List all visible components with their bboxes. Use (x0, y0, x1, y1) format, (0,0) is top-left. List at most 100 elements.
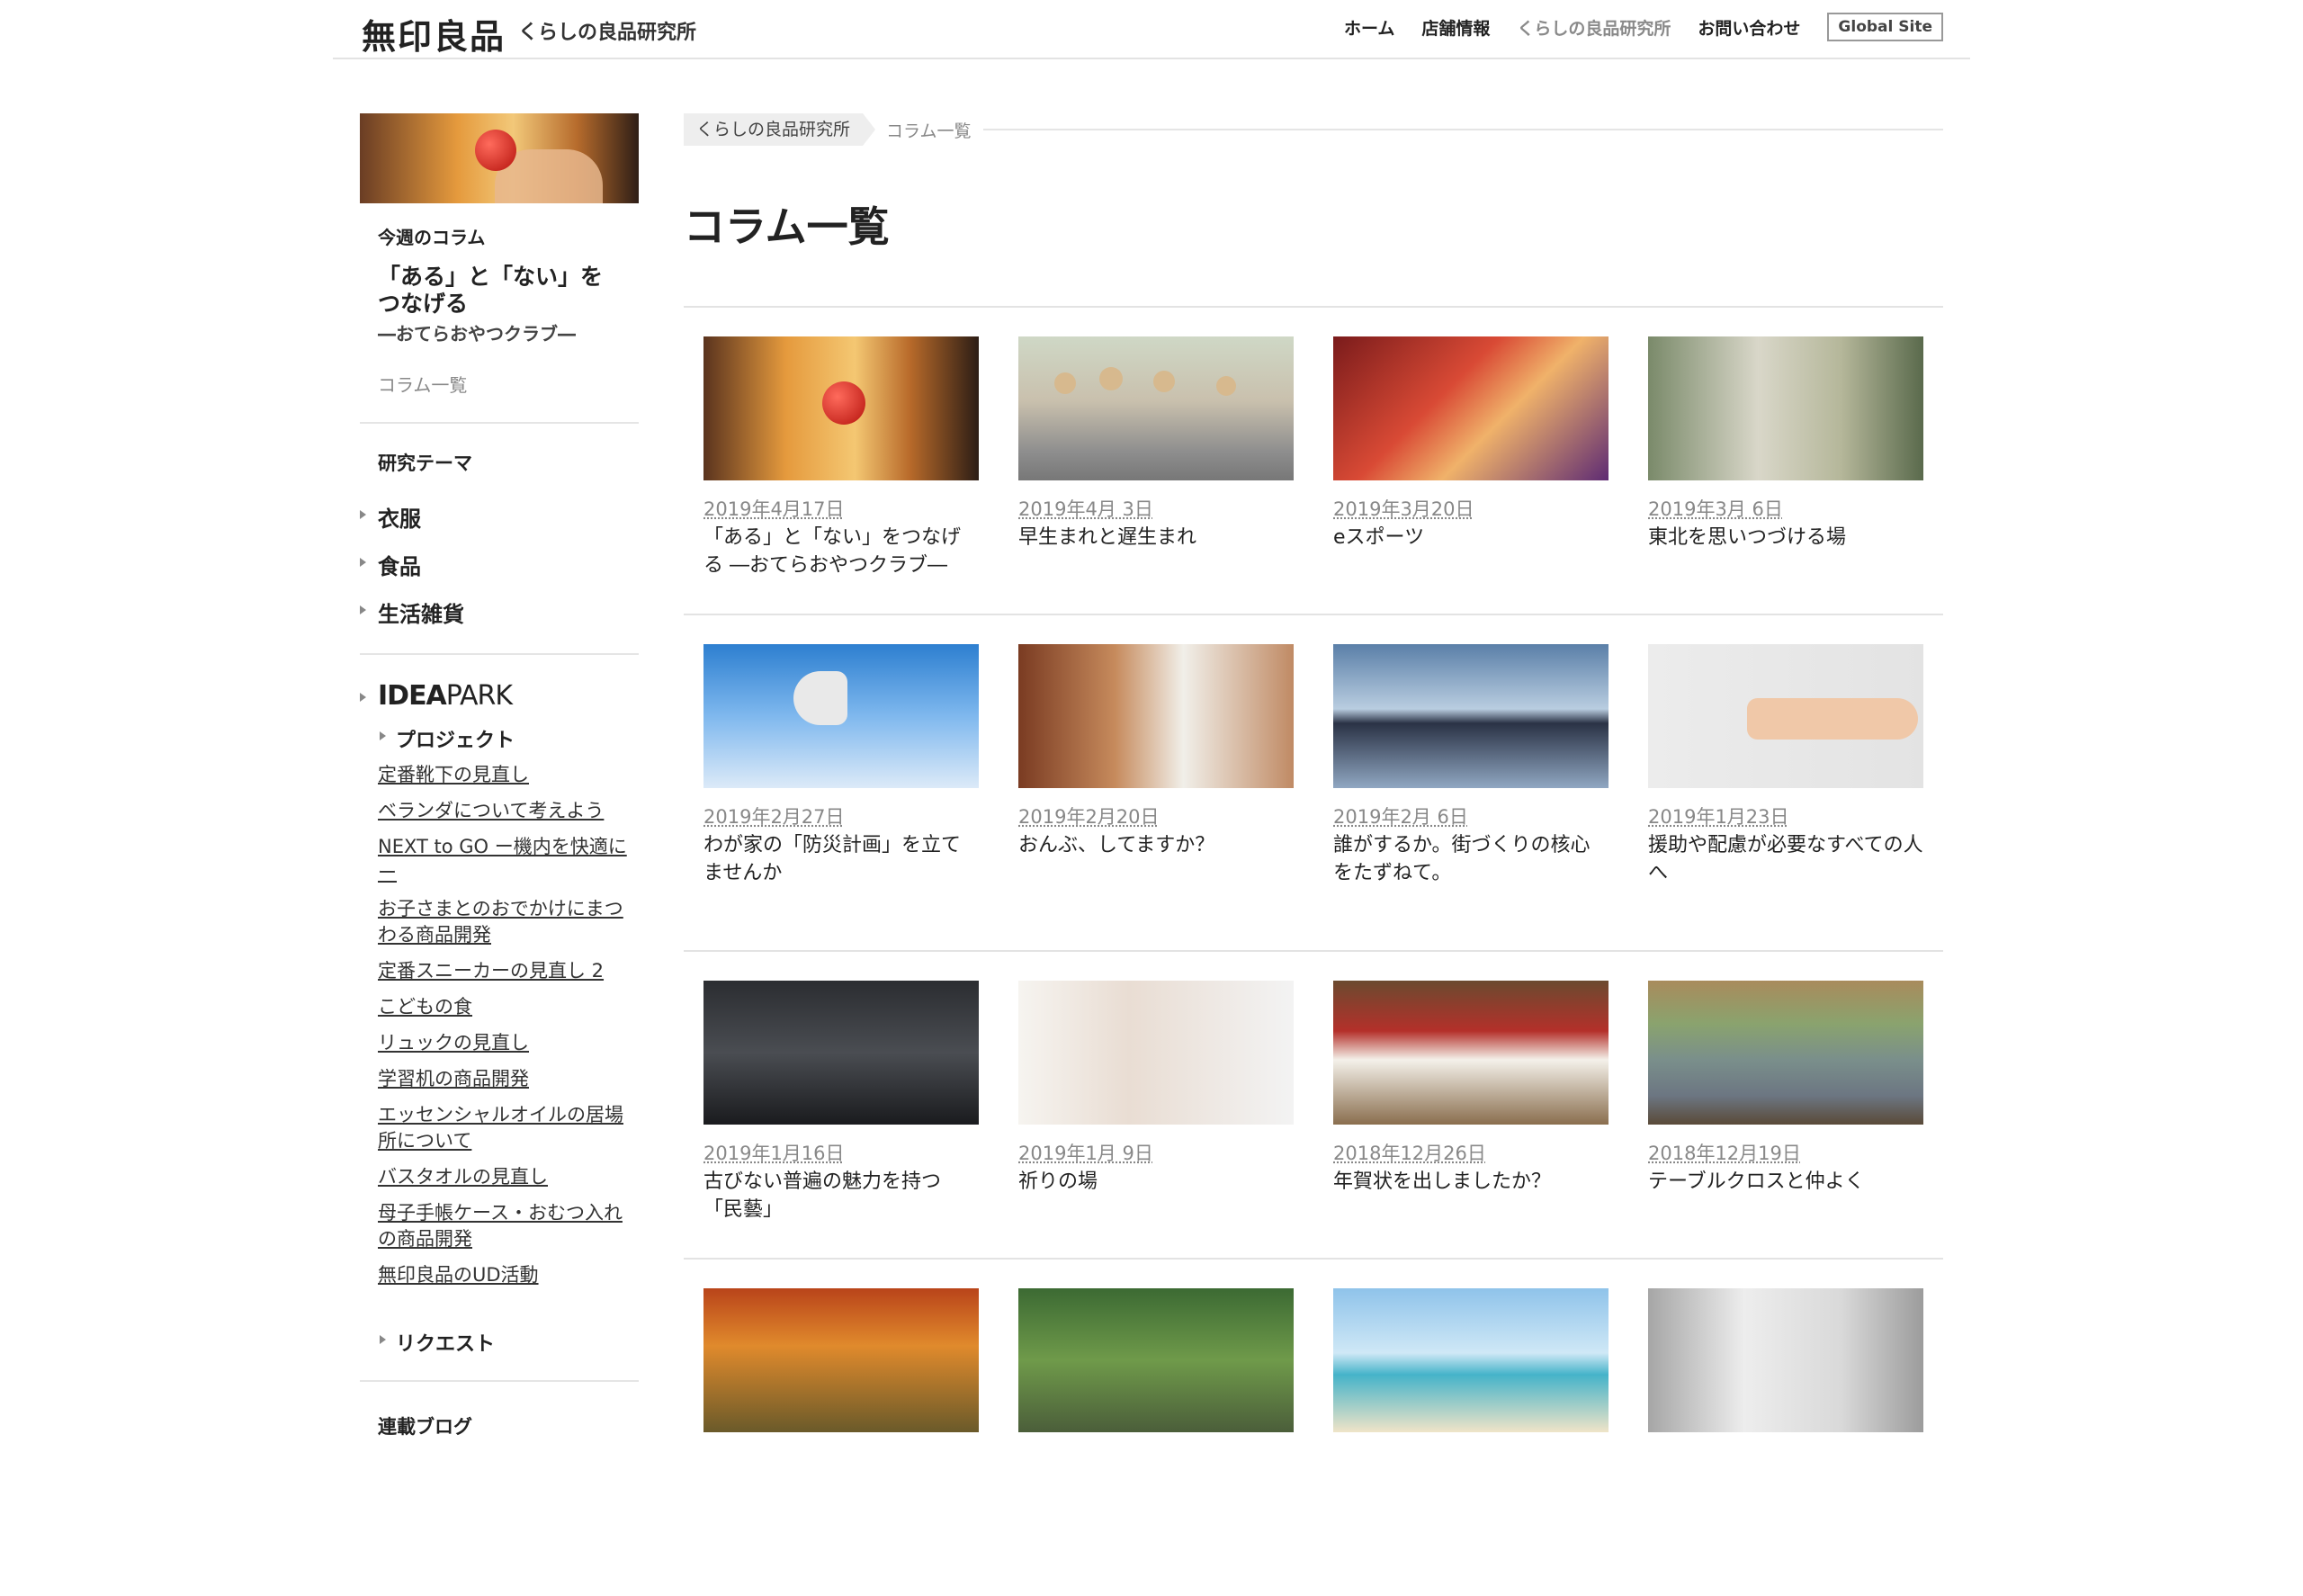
site-name-link[interactable]: くらしの良品研究所 (518, 16, 696, 45)
column-date: 2019年2月27日 (703, 806, 845, 828)
project-link[interactable]: 学習机の商品開発 (378, 1066, 639, 1092)
project-label: プロジェクト (396, 730, 515, 752)
column-card[interactable]: 2018年12月26日 年賀状を出しましたか？ (1333, 981, 1609, 1258)
triangle-icon (360, 510, 366, 519)
triangle-icon (360, 693, 366, 702)
breadcrumb-root[interactable]: くらしの良品研究所 (684, 113, 864, 146)
project-link[interactable]: ベランダについて考えよう (378, 798, 639, 824)
column-card[interactable]: 2019年2月 6日 誰がするか。街づくりの核心をたずねて。 (1333, 644, 1609, 950)
column-thumbnail (1018, 981, 1294, 1125)
column-date: 2019年3月 6日 (1648, 498, 1783, 520)
ideapark-logo-bold: IDEA (378, 680, 447, 712)
theme-label: 衣服 (378, 507, 421, 532)
column-card[interactable]: 2019年3月 6日 東北を思いつづける場 (1648, 336, 1923, 614)
column-date: 2018年12月19日 (1648, 1143, 1801, 1164)
column-date: 2019年4月 3日 (1018, 498, 1153, 520)
breadcrumb-arrow-icon (863, 113, 876, 146)
theme-label: 食品 (378, 554, 421, 579)
column-card[interactable] (1333, 1288, 1609, 1596)
sidebar-divider (360, 1380, 639, 1382)
column-date: 2018年12月26日 (1333, 1143, 1486, 1164)
column-card[interactable]: 2019年1月23日 援助や配慮が必要なすべての人へ (1648, 644, 1923, 950)
column-card[interactable]: 2019年2月27日 わが家の「防災計画」を立てませんか (703, 644, 979, 950)
main-content: くらしの良品研究所 コラム一覧 コラム一覧 2019年4月17日 「ある」と「な… (684, 113, 1943, 1596)
page-title: コラム一覧 (684, 202, 890, 251)
global-nav: ホーム 店舗情報 くらしの良品研究所 お問い合わせ Global Site (1344, 13, 1943, 41)
column-thumbnail (1648, 336, 1923, 480)
project-link[interactable]: バスタオルの見直し (378, 1164, 639, 1190)
child-shape (1099, 367, 1123, 390)
nav-kurashi-lab[interactable]: くらしの良品研究所 (1517, 15, 1671, 40)
project-link[interactable]: NEXT to GO ー機内を快適にー (378, 834, 639, 886)
nav-store-info[interactable]: 店舗情報 (1421, 15, 1490, 40)
serial-blog-title: 連載ブログ (378, 1416, 472, 1438)
hand-shape (1747, 698, 1918, 740)
project-heading: プロジェクト (378, 724, 639, 753)
column-title: 援助や配慮が必要なすべての人へ (1648, 834, 1923, 884)
column-thumbnail (1333, 336, 1609, 480)
nav-home[interactable]: ホーム (1344, 15, 1394, 40)
siren-shape (793, 671, 847, 725)
feature-column-image[interactable] (360, 113, 639, 203)
column-card[interactable]: 2019年2月20日 おんぶ、してますか？ (1018, 644, 1294, 950)
theme-food[interactable]: 食品 (360, 549, 639, 580)
column-card[interactable]: 2019年4月17日 「ある」と「ない」をつなげる ―おてらおやつクラブ― (703, 336, 979, 614)
column-card[interactable] (1018, 1288, 1294, 1596)
project-link[interactable]: 定番靴下の見直し (378, 762, 639, 788)
project-link[interactable]: エッセンシャルオイルの居場所について (378, 1102, 639, 1154)
column-row: 2019年1月16日 古びない普遍の魅力を持つ「民藝」 2019年1月 9日 祈… (684, 952, 1943, 1260)
column-title: 「ある」と「ない」をつなげる ―おてらおやつクラブ― (703, 526, 962, 577)
column-date: 2019年3月20日 (1333, 498, 1474, 520)
theme-clothing[interactable]: 衣服 (360, 501, 639, 533)
triangle-icon (380, 1335, 386, 1344)
column-title: テーブルクロスと仲よく (1648, 1170, 1865, 1193)
child-shape (1216, 376, 1236, 396)
child-shape (1153, 371, 1175, 392)
ideapark-link[interactable]: IDEAPARK (360, 680, 639, 712)
column-thumbnail (1648, 1288, 1923, 1432)
column-title: 早生まれと遅生まれ (1018, 526, 1197, 549)
theme-household[interactable]: 生活雑貨 (360, 596, 639, 628)
column-card[interactable]: 2019年4月 3日 早生まれと遅生まれ (1018, 336, 1294, 614)
column-list-link[interactable]: コラム一覧 (378, 371, 639, 397)
triangle-icon (380, 731, 386, 740)
apple-shape (822, 381, 865, 425)
column-title: わが家の「防災計画」を立てませんか (703, 834, 962, 884)
column-date: 2019年1月23日 (1648, 806, 1789, 828)
column-card[interactable] (1648, 1288, 1923, 1596)
column-card[interactable]: 2019年1月 9日 祈りの場 (1018, 981, 1294, 1258)
project-link[interactable]: 無印良品のUD活動 (378, 1262, 639, 1288)
request-link[interactable]: リクエスト (378, 1328, 639, 1357)
column-thumbnail (1333, 1288, 1609, 1432)
project-link[interactable]: 定番スニーカーの見直し 2 (378, 958, 639, 984)
global-site-button[interactable]: Global Site (1827, 13, 1943, 41)
sidebar-divider (360, 653, 639, 655)
nav-contact[interactable]: お問い合わせ (1698, 15, 1800, 40)
sidebar: 今週のコラム 「ある」と「ない」をつなげる ―おてらおやつクラブ― コラム一覧 … (360, 113, 639, 1465)
column-card[interactable]: 2019年1月16日 古びない普遍の魅力を持つ「民藝」 (703, 981, 979, 1258)
column-card[interactable]: 2019年3月20日 eスポーツ (1333, 336, 1609, 614)
column-thumbnail (1333, 981, 1609, 1125)
column-date: 2019年4月17日 (703, 498, 845, 520)
column-thumbnail (1648, 644, 1923, 788)
column-title: 年賀状を出しましたか？ (1333, 1170, 1552, 1193)
project-link[interactable]: リュックの見直し (378, 1030, 639, 1056)
column-row: 2019年2月27日 わが家の「防災計画」を立てませんか 2019年2月20日 … (684, 615, 1943, 952)
column-title: おんぶ、してますか？ (1018, 834, 1215, 856)
project-link[interactable]: こどもの食 (378, 994, 639, 1020)
muji-logo[interactable]: 無印良品 (362, 9, 506, 58)
week-column-title[interactable]: 「ある」と「ない」をつなげる (378, 264, 612, 318)
breadcrumb: くらしの良品研究所 コラム一覧 (684, 113, 1943, 146)
column-thumbnail (703, 1288, 979, 1432)
column-date: 2019年1月 9日 (1018, 1143, 1153, 1164)
project-link[interactable]: お子さまとのおでかけにまつわる商品開発 (378, 896, 639, 948)
column-thumbnail (703, 644, 979, 788)
feature-image (360, 113, 639, 203)
site-header: 無印良品 くらしの良品研究所 ホーム 店舗情報 くらしの良品研究所 お問い合わせ… (333, 0, 1970, 59)
column-title: 誰がするか。街づくりの核心をたずねて。 (1333, 834, 1591, 884)
project-link[interactable]: 母子手帳ケース・おむつ入れの商品開発 (378, 1200, 639, 1252)
column-thumbnail (1333, 644, 1609, 788)
column-card[interactable] (703, 1288, 979, 1596)
column-card[interactable]: 2018年12月19日 テーブルクロスと仲よく (1648, 981, 1923, 1258)
column-row: 2019年4月17日 「ある」と「ない」をつなげる ―おてらおやつクラブ― 20… (684, 308, 1943, 615)
